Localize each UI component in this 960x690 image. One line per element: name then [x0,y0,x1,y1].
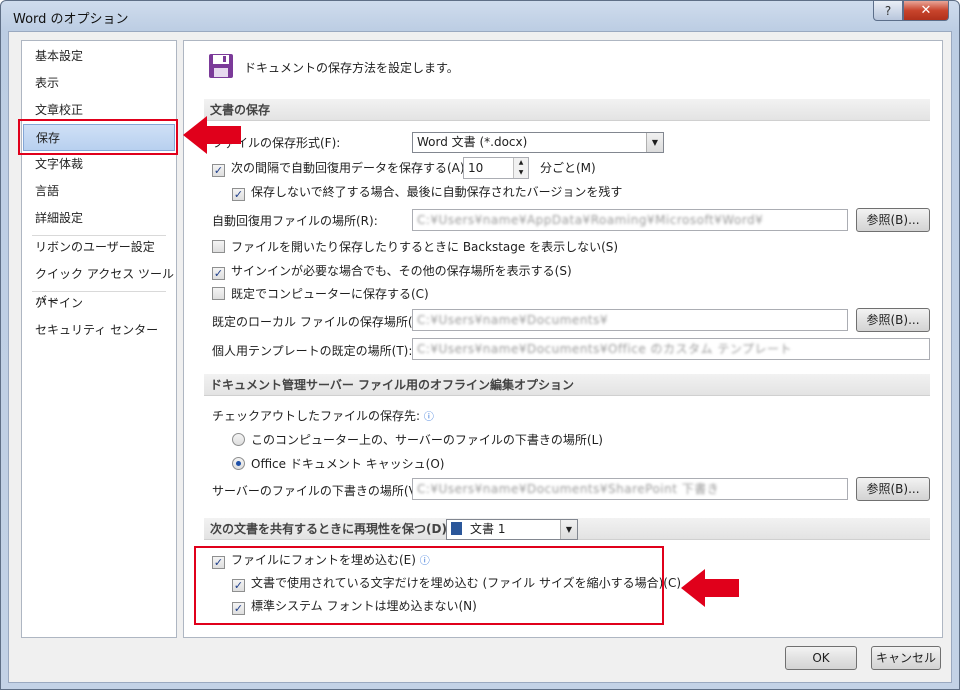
red-arrow-icon [183,116,241,154]
page-title: ドキュメントの保存方法を設定します。 [244,61,459,75]
default-computer-checkbox[interactable] [212,287,225,300]
nav-item-advanced[interactable]: 詳細設定 [23,205,175,232]
backstage-option[interactable]: ファイルを開いたり保存したりするときに Backstage を表示しない(S) [212,239,618,255]
highlight-box-fonts [194,546,664,625]
cancel-button[interactable]: キャンセル [871,646,941,670]
keep-last-option[interactable]: ✓ 保存しないで終了する場合、最後に自動保存されたバージョンを残す [232,184,622,201]
drafts-path-label: サーバーのファイルの下書きの場所(V): [212,484,426,498]
autorecover-path-value: C:¥Users¥name¥AppData¥Roaming¥Microsoft¥… [417,213,764,227]
ok-button[interactable]: OK [785,646,857,670]
autorecover-path-label: 自動回復用ファイルの場所(R): [212,214,378,228]
option-office-cache[interactable]: Office ドキュメント キャッシュ(O) [232,456,444,472]
signin-checkbox[interactable]: ✓ [212,267,225,280]
drafts-path-value: C:¥Users¥name¥Documents¥SharePoint 下書き [417,482,720,496]
autorecover-checkbox[interactable]: ✓ [212,164,225,177]
local-path-label: 既定のローカル ファイルの保存場所(I): [212,315,425,329]
nav-item-addins[interactable]: アドイン [23,290,175,317]
options-window: Word のオプション ? ✕ 基本設定 表示 文章校正 保存 文字体裁 言語 … [0,0,960,690]
signin-label: サインインが必要な場合でも、その他の保存場所を表示する(S) [231,264,572,278]
browse-local-button[interactable]: 参照(B)... [856,308,930,332]
highlight-box-nav [18,119,178,155]
nav-item-trust-center[interactable]: セキュリティ センター [23,317,175,344]
autorecover-option[interactable]: ✓ 次の間隔で自動回復用データを保存する(A): [212,160,469,177]
nav-item-basic[interactable]: 基本設定 [23,43,175,70]
template-path-label: 個人用テンプレートの既定の場所(T): [212,344,413,358]
chevron-down-icon: ▼ [646,133,663,152]
local-drafts-radio[interactable] [232,433,245,446]
drafts-path-field[interactable]: C:¥Users¥name¥Documents¥SharePoint 下書き [412,478,848,500]
keep-last-checkbox[interactable]: ✓ [232,188,245,201]
close-button[interactable]: ✕ [903,1,949,21]
save-disk-icon [209,54,233,78]
nav-item-ribbon[interactable]: リボンのユーザー設定 [23,234,175,261]
section-header-offline: ドキュメント管理サーバー ファイル用のオフライン編集オプション [204,374,930,396]
help-icon: ? [884,3,892,18]
option-local-drafts[interactable]: このコンピューター上の、サーバーのファイルの下書きの場所(L) [232,432,603,448]
chevron-down-icon: ▼ [560,520,577,539]
red-arrow-icon [681,569,739,607]
autorecover-path-field[interactable]: C:¥Users¥name¥AppData¥Roaming¥Microsoft¥… [412,209,848,231]
local-path-field[interactable]: C:¥Users¥name¥Documents¥ [412,309,848,331]
browse-autorecover-button[interactable]: 参照(B)... [856,208,930,232]
checkout-heading: チェックアウトしたファイルの保存先: ⓘ [212,408,434,426]
window-title: Word のオプション [13,12,129,27]
nav-item-typography[interactable]: 文字体裁 [23,151,175,178]
autorecover-label: 次の間隔で自動回復用データを保存する(A): [231,161,469,175]
interval-stepper[interactable]: 10 ▲ ▼ [463,157,529,179]
title-bar: Word のオプション ? ✕ [1,1,959,31]
nav-item-display[interactable]: 表示 [23,70,175,97]
browse-drafts-button[interactable]: 参照(B)... [856,477,930,501]
word-doc-icon [451,522,462,535]
interval-unit: 分ごと(M) [540,161,596,175]
local-drafts-label: このコンピューター上の、サーバーのファイルの下書きの場所(L) [251,433,603,447]
section-header-save: 文書の保存 [204,99,930,121]
format-value: Word 文書 (*.docx) [417,135,528,149]
template-path-value: C:¥Users¥name¥Documents¥Office のカスタム テンプ… [417,342,792,356]
spin-arrows-icon[interactable]: ▲ ▼ [513,158,528,178]
format-select[interactable]: Word 文書 (*.docx) ▼ [412,132,664,153]
local-path-value: C:¥Users¥name¥Documents¥ [417,313,609,327]
keep-last-label: 保存しないで終了する場合、最後に自動保存されたバージョンを残す [251,185,623,199]
signin-option[interactable]: ✓ サインインが必要な場合でも、その他の保存場所を表示する(S) [212,263,572,280]
office-cache-radio[interactable] [232,457,245,470]
backstage-label: ファイルを開いたり保存したりするときに Backstage を表示しない(S) [231,240,619,254]
backstage-checkbox[interactable] [212,240,225,253]
close-icon: ✕ [920,3,932,18]
interval-value: 10 [468,161,484,175]
default-computer-label: 既定でコンピューターに保存する(C) [231,287,429,301]
fidelity-doc-select[interactable]: 文書 1 ▼ [446,519,578,540]
default-computer-option[interactable]: 既定でコンピューターに保存する(C) [212,286,429,302]
nav-item-qat[interactable]: クイック アクセス ツール バー [23,261,175,308]
checkout-label: チェックアウトしたファイルの保存先: [212,409,421,423]
info-icon: ⓘ [423,412,434,423]
nav-item-language[interactable]: 言語 [23,178,175,205]
fidelity-doc-value: 文書 1 [470,522,506,536]
office-cache-label: Office ドキュメント キャッシュ(O) [251,457,445,471]
help-button[interactable]: ? [873,1,903,21]
template-path-field[interactable]: C:¥Users¥name¥Documents¥Office のカスタム テンプ… [412,338,930,360]
